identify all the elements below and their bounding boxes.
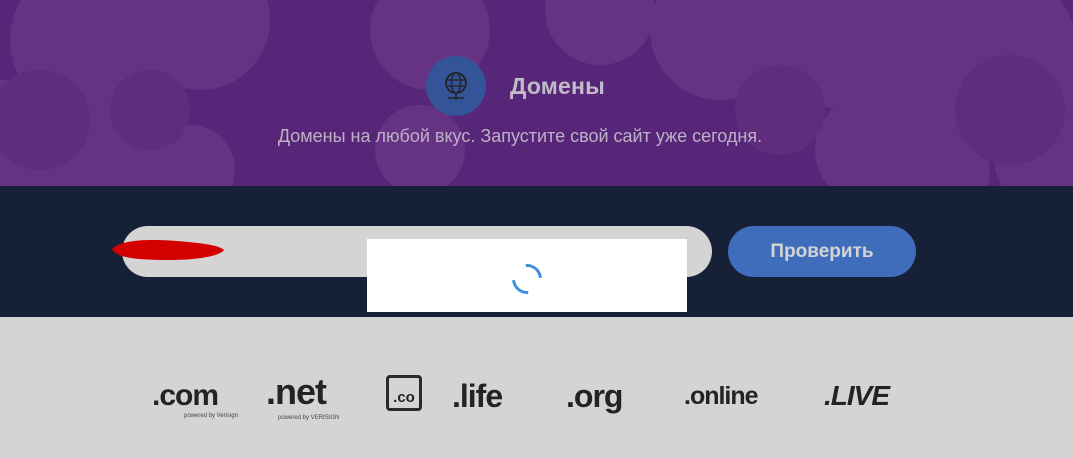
spinner-icon bbox=[505, 257, 549, 300]
loading-overlay bbox=[0, 0, 1073, 458]
loading-dialog bbox=[367, 239, 687, 312]
